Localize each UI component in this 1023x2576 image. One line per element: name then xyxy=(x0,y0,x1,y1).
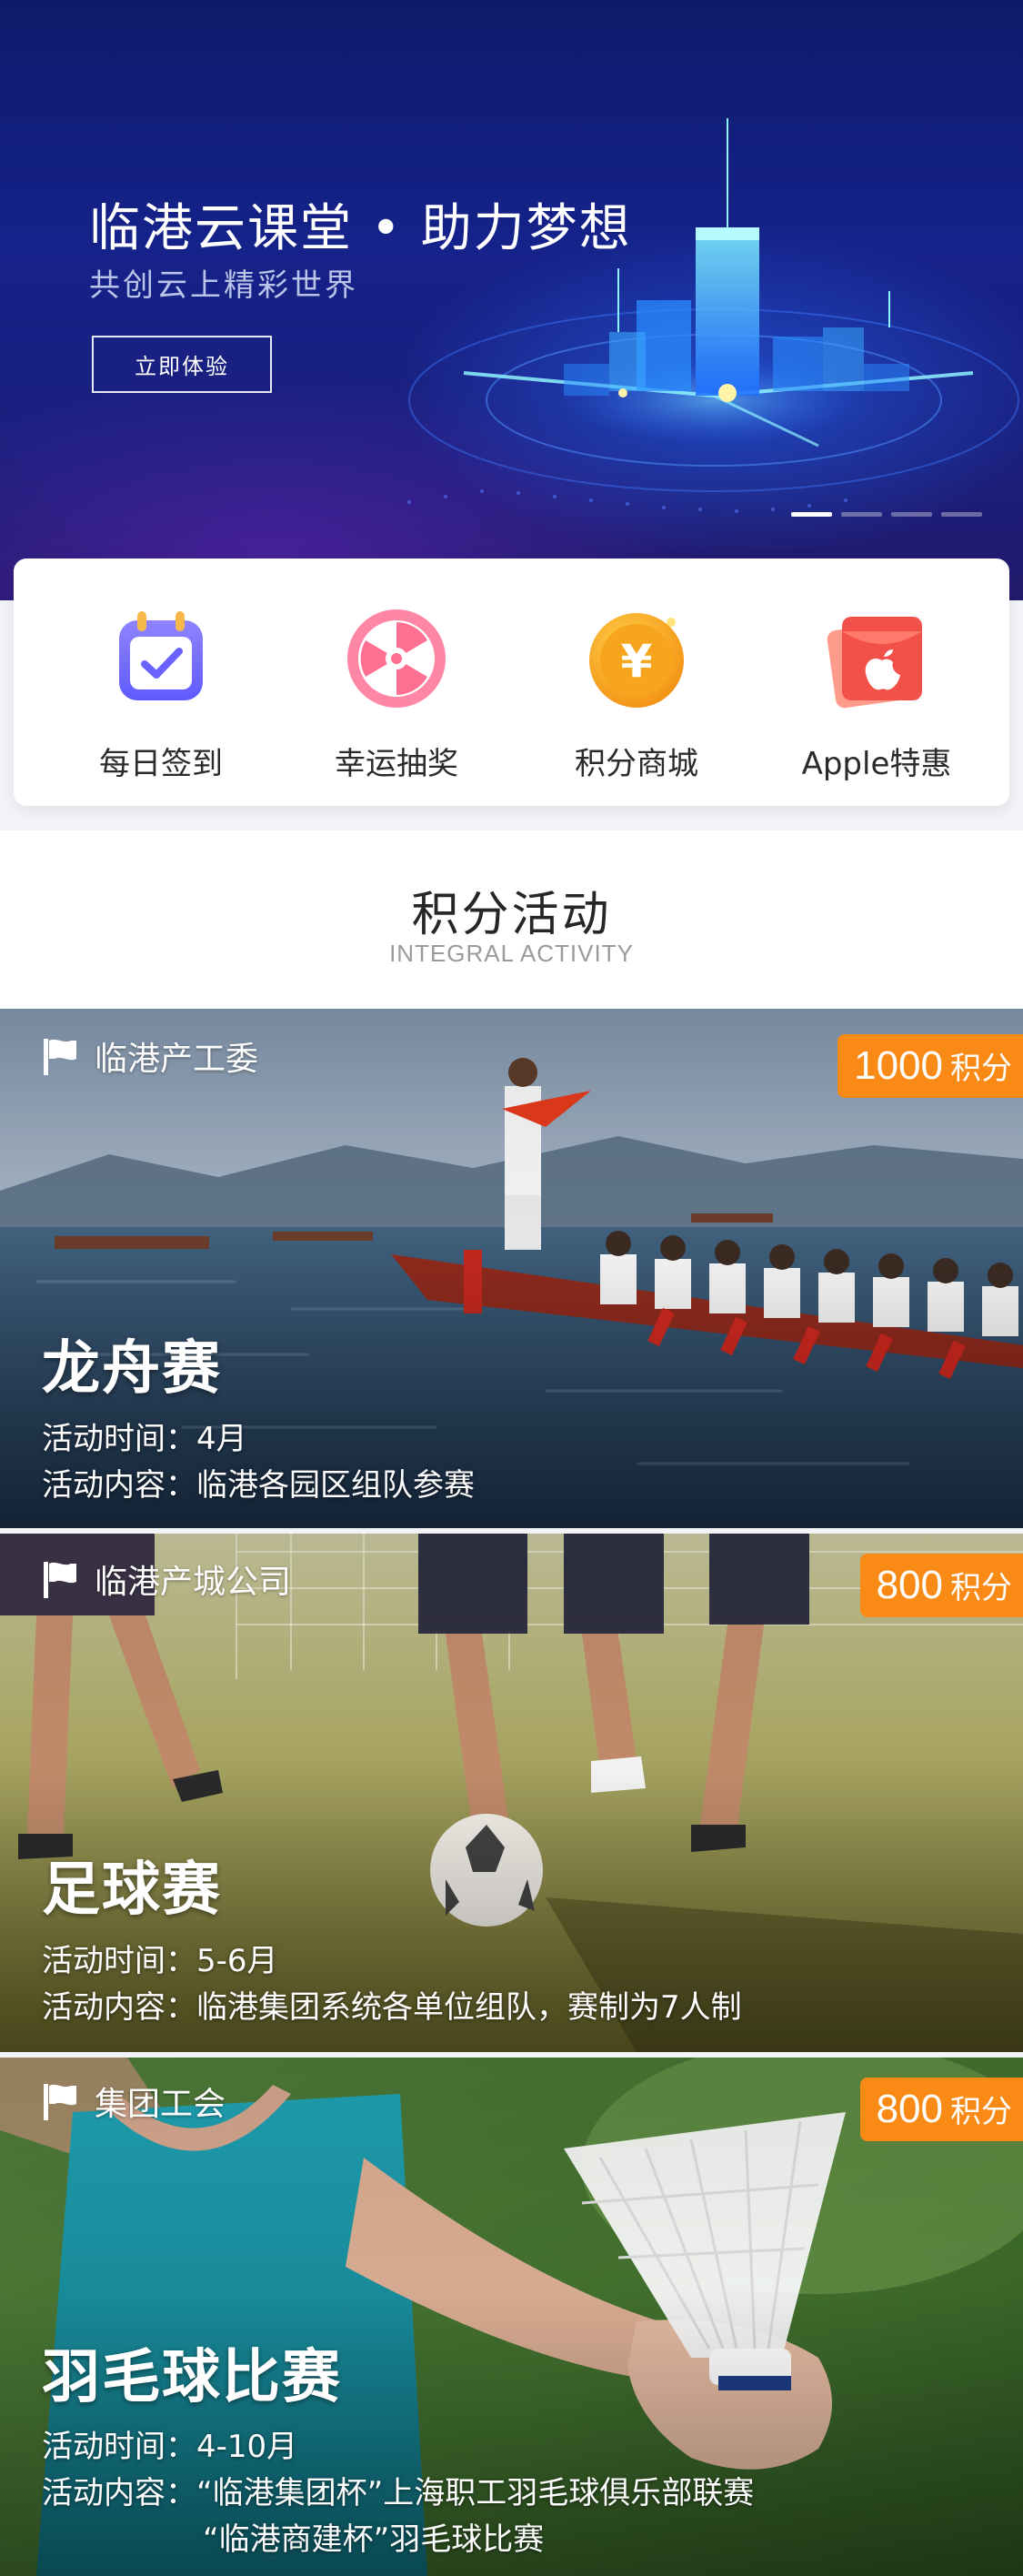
flag-icon xyxy=(44,2084,76,2120)
section-header: 积分活动 INTEGRAL ACTIVITY xyxy=(0,830,1023,1009)
city-hologram-illustration xyxy=(407,118,1019,513)
menu-label-daily-checkin: 每日签到 xyxy=(99,746,223,782)
banner-subtitle: 共创云上精彩世界 xyxy=(89,267,358,304)
activity-time: 活动时间：4-10月 xyxy=(42,2429,298,2465)
svg-text:¥: ¥ xyxy=(621,635,653,688)
activity-title: 羽毛球比赛 xyxy=(42,2344,342,2411)
activity-content: 活动内容：“临港集团杯”上海职工羽毛球俱乐部联赛 xyxy=(42,2475,755,2511)
points-unit: 积分 xyxy=(950,1051,1012,1087)
menu-item-daily-checkin[interactable]: 每日签到 xyxy=(43,604,279,782)
menu-item-apple-deals[interactable]: Apple特惠 xyxy=(758,604,995,782)
activity-content: 活动内容：临港各园区组队参赛 xyxy=(42,1467,475,1504)
carousel-indicator[interactable] xyxy=(791,512,982,517)
banner-title: 临港云课堂 • 助力梦想 xyxy=(89,199,632,258)
flag-icon xyxy=(44,1039,76,1075)
organizer-label: 集团工会 xyxy=(95,2086,226,2123)
page: 临港云课堂 • 助力梦想 共创云上精彩世界 立即体验 每日签到 幸运抽奖 ¥ 积… xyxy=(0,0,1023,2576)
organizer-label: 临港产工委 xyxy=(95,1041,259,1078)
organizer-tag: 临港产工委 xyxy=(40,1032,258,1080)
points-unit: 积分 xyxy=(950,2094,1012,2130)
section-subtitle: INTEGRAL ACTIVITY xyxy=(389,940,634,967)
organizer-tag: 集团工会 xyxy=(40,2078,226,2125)
quick-menu: 每日签到 幸运抽奖 ¥ 积分商城 Apple特惠 xyxy=(14,558,1009,806)
carousel-dot[interactable] xyxy=(891,512,932,517)
lucky-wheel-icon xyxy=(347,609,446,708)
flag-icon xyxy=(44,1562,76,1598)
points-unit: 积分 xyxy=(950,1570,1012,1606)
organizer-tag: 临港产城公司 xyxy=(40,1555,291,1603)
activity-card-football[interactable]: 临港产城公司 800 积分 足球赛 活动时间：5-6月 活动内容：临港集团系统各… xyxy=(0,1534,1023,2052)
activity-content: 活动内容：临港集团系统各单位组队，赛制为7人制 xyxy=(42,1989,742,2026)
try-now-button[interactable]: 立即体验 xyxy=(92,336,272,393)
menu-item-lucky-draw[interactable]: 幸运抽奖 xyxy=(278,604,515,782)
points-value: 800 xyxy=(876,1563,943,1607)
activity-card-dragon-boat[interactable]: 临港产工委 1000 积分 龙舟赛 活动时间：4月 活动内容：临港各园区组队参赛 xyxy=(0,1009,1023,1528)
points-value: 800 xyxy=(876,2087,943,2131)
carousel-dot[interactable] xyxy=(791,512,832,517)
yen-coin-icon: ¥ xyxy=(589,613,684,708)
menu-item-points-mall[interactable]: ¥ 积分商城 xyxy=(518,604,755,782)
points-badge: 800 积分 xyxy=(859,1554,1023,1617)
section-title: 积分活动 xyxy=(411,888,612,942)
apple-red-envelope-icon xyxy=(827,617,922,709)
points-value: 1000 xyxy=(854,1043,943,1088)
hero-banner[interactable]: 临港云课堂 • 助力梦想 共创云上精彩世界 立即体验 xyxy=(0,0,1023,600)
activity-time: 活动时间：5-6月 xyxy=(42,1943,278,1979)
menu-label-points-mall: 积分商城 xyxy=(575,746,698,782)
points-badge: 800 积分 xyxy=(859,2078,1023,2141)
menu-label-lucky-draw: 幸运抽奖 xyxy=(335,746,458,782)
activity-content-line2: “临港商建杯”羽毛球比赛 xyxy=(203,2521,545,2558)
carousel-dot[interactable] xyxy=(941,512,982,517)
activity-title: 足球赛 xyxy=(42,1857,222,1924)
menu-label-apple-deals: Apple特惠 xyxy=(801,746,952,782)
calendar-check-icon xyxy=(119,611,203,700)
activity-time: 活动时间：4月 xyxy=(42,1421,247,1457)
points-badge: 1000 积分 xyxy=(837,1034,1023,1098)
activity-title: 龙舟赛 xyxy=(42,1335,222,1403)
activity-card-badminton[interactable]: 集团工会 800 积分 羽毛球比赛 活动时间：4-10月 活动内容：“临港集团杯… xyxy=(0,2058,1023,2576)
carousel-dot[interactable] xyxy=(841,512,882,517)
organizer-label: 临港产城公司 xyxy=(95,1564,292,1601)
